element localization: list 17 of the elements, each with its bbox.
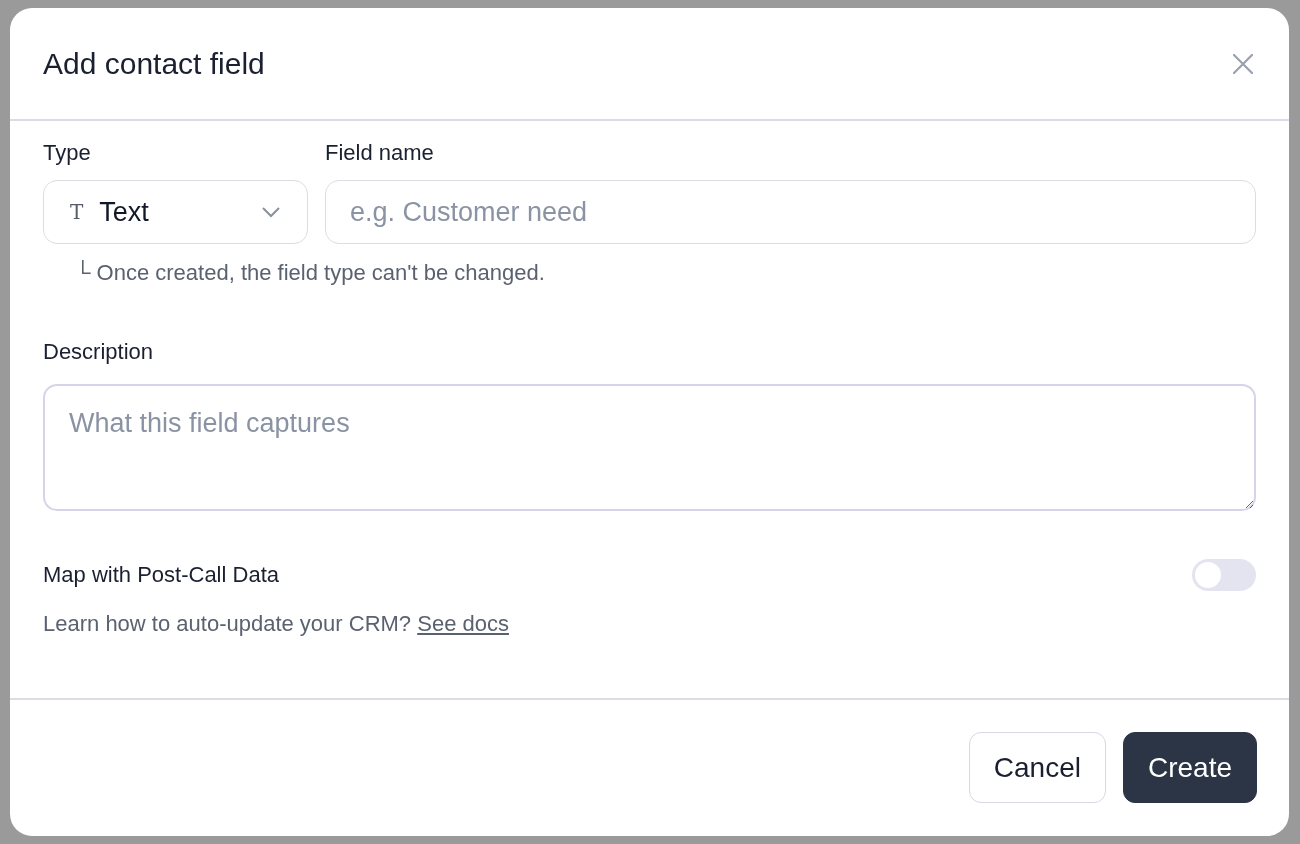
text-type-icon: T <box>70 200 84 224</box>
cancel-button[interactable]: Cancel <box>968 732 1106 803</box>
create-button[interactable]: Create <box>1122 732 1257 803</box>
dialog-title: Add contact field <box>43 46 265 81</box>
mapping-toggle[interactable] <box>1192 559 1256 591</box>
type-label: Type <box>43 139 92 167</box>
field-name-label: Field name <box>325 139 435 167</box>
field-name-input[interactable]: e.g. Customer need <box>325 180 1256 244</box>
type-select[interactable]: T Text <box>43 180 308 244</box>
docs-help-text: Learn how to auto-update your CRM? See docs <box>43 611 510 637</box>
chevron-down-icon <box>261 206 281 218</box>
hint-corner-mark: └ <box>75 260 91 286</box>
mapping-label: Map with Post-Call Data <box>43 561 279 589</box>
see-docs-link[interactable]: See docs <box>417 611 509 636</box>
type-hint-text: Once created, the field type can't be changed. <box>96 260 545 286</box>
description-textarea[interactable]: What this field captures <box>43 384 1256 511</box>
description-label: Description <box>43 339 154 364</box>
